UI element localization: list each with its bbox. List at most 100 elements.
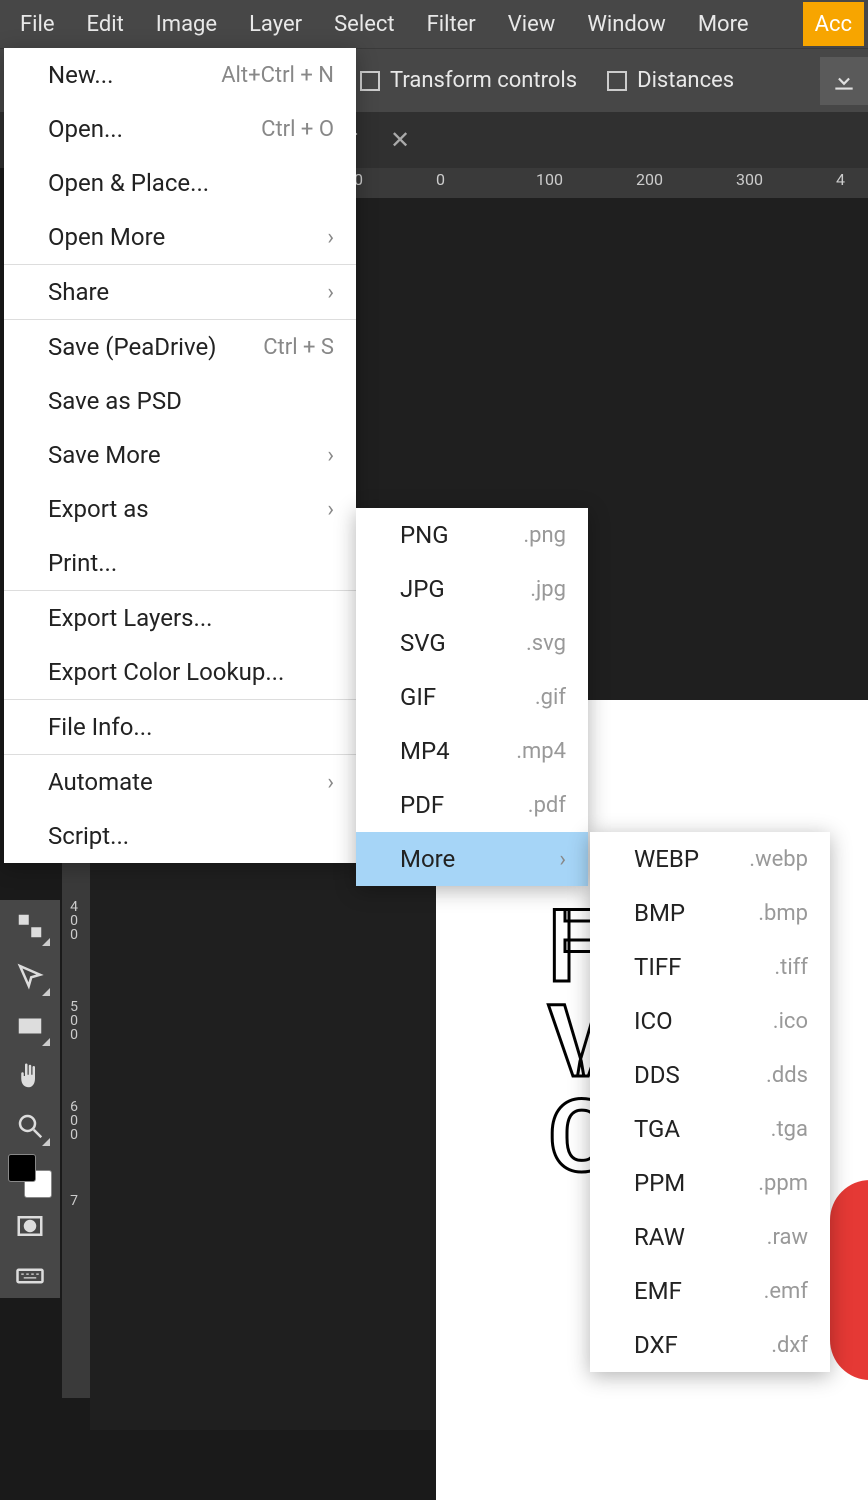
menu-item-label: Share — [48, 278, 109, 306]
menubar: File Edit Image Layer Select Filter View… — [0, 0, 868, 48]
menu-item-label: Export Color Lookup... — [48, 658, 284, 686]
toolbox — [0, 900, 60, 1298]
more-menu-item-tiff[interactable]: TIFF .tiff — [590, 940, 830, 994]
ruler-tick: 5 0 0 — [64, 1000, 84, 1042]
file-menu-item-open[interactable]: Open...Ctrl + O — [4, 102, 356, 156]
menu-item-label: ICO — [634, 1007, 673, 1035]
file-menu-item-open-place[interactable]: Open & Place... — [4, 156, 356, 210]
export-menu-item-pdf[interactable]: PDF.pdf — [356, 778, 588, 832]
more-menu-item-bmp[interactable]: BMP.bmp — [590, 886, 830, 940]
account-button[interactable]: Acc — [803, 2, 864, 46]
tool-keyboard[interactable] — [8, 1254, 52, 1298]
menu-item-label: TIFF — [634, 953, 681, 981]
chevron-right-icon: › — [327, 443, 334, 468]
tool-unknown-top[interactable] — [8, 904, 52, 948]
file-menu-item-new[interactable]: New... Alt+Ctrl + N — [4, 48, 356, 102]
file-menu-item-automate[interactable]: Automate › — [4, 755, 356, 809]
chevron-right-icon: › — [559, 847, 566, 872]
export-menu-item-more[interactable]: More› — [356, 832, 588, 886]
menu-item-label: Save More — [48, 441, 161, 469]
more-menu-item-emf[interactable]: EMF.emf — [590, 1264, 830, 1318]
ruler-tick: 200 — [636, 170, 663, 189]
menu-item-label: GIF — [400, 683, 436, 711]
file-menu-item-export-as[interactable]: Export as › — [4, 482, 356, 536]
file-menu-item-save-more[interactable]: Save More › — [4, 428, 356, 482]
tab-close-icon[interactable]: ✕ — [390, 126, 410, 154]
file-menu-item-print[interactable]: Print... — [4, 536, 356, 590]
chevron-right-icon: › — [327, 497, 334, 522]
export-more-submenu: WEBP.webpBMP.bmpTIFF.tiffICO.icoDDS.ddsT… — [590, 832, 830, 1372]
menu-filter[interactable]: Filter — [411, 2, 492, 47]
menu-item-label: Automate — [48, 768, 153, 796]
file-menu-item-export-color-lookup[interactable]: Export Color Lookup... — [4, 645, 356, 699]
file-menu-item-export-layers[interactable]: Export Layers... — [4, 591, 356, 645]
menu-item-label: RAW — [634, 1223, 685, 1251]
menu-window[interactable]: Window — [571, 2, 682, 47]
more-menu-item-dds[interactable]: DDS.dds — [590, 1048, 830, 1102]
menu-item-label: WEBP — [634, 845, 699, 873]
more-menu-item-ppm[interactable]: PPM.ppm — [590, 1156, 830, 1210]
file-menu-item-file-info[interactable]: File Info... — [4, 700, 356, 754]
color-swatch[interactable] — [8, 1154, 52, 1198]
more-menu-item-raw[interactable]: RAW.raw — [590, 1210, 830, 1264]
ruler-tick: 4 0 0 — [64, 900, 84, 942]
menu-item-label: PDF — [400, 791, 444, 819]
more-menu-item-ico[interactable]: ICO .ico — [590, 994, 830, 1048]
file-menu-item-save-as-psd[interactable]: Save as PSD — [4, 374, 356, 428]
menu-item-label: Open More — [48, 223, 165, 251]
menu-item-label: New... — [48, 61, 113, 89]
menu-item-label: PNG — [400, 521, 449, 549]
menu-select[interactable]: Select — [318, 2, 410, 47]
transform-controls-checkbox[interactable] — [360, 71, 380, 91]
tool-zoom[interactable] — [8, 1104, 52, 1148]
file-menu-item-save-peadrive[interactable]: Save (PeaDrive)Ctrl + S — [4, 320, 356, 374]
export-menu-item-jpg[interactable]: JPG.jpg — [356, 562, 588, 616]
menu-item-label: Open & Place... — [48, 169, 209, 197]
menu-view[interactable]: View — [492, 2, 572, 47]
export-menu-item-svg[interactable]: SVG.svg — [356, 616, 588, 670]
distances-checkbox[interactable] — [607, 71, 627, 91]
download-button[interactable] — [820, 57, 868, 105]
menu-extension: .tiff — [774, 955, 808, 980]
file-menu-item-script[interactable]: Script... — [4, 809, 356, 863]
menu-edit[interactable]: Edit — [71, 2, 140, 47]
export-as-submenu: PNG .png JPG.jpgSVG.svg GIF .gif MP4.mp4PDF.p… — [356, 508, 588, 886]
menu-layer[interactable]: Layer — [233, 2, 318, 47]
file-menu-item-share[interactable]: Share› — [4, 265, 356, 319]
menu-item-label: Open... — [48, 115, 123, 143]
menu-item-label: Save as PSD — [48, 387, 182, 415]
export-menu-item-mp4[interactable]: MP4.mp4 — [356, 724, 588, 778]
menu-shortcut: Alt+Ctrl + N — [221, 63, 334, 88]
chevron-right-icon: › — [327, 225, 334, 250]
more-menu-item-dxf[interactable]: DXF.dxf — [590, 1318, 830, 1372]
distances-label: Distances — [637, 68, 734, 93]
menu-extension: .tga — [771, 1117, 808, 1142]
menu-item-label: Print... — [48, 549, 117, 577]
menu-image[interactable]: Image — [140, 2, 233, 47]
export-menu-item-gif[interactable]: GIF .gif — [356, 670, 588, 724]
menu-item-label: BMP — [634, 899, 685, 927]
menu-extension: .emf — [764, 1279, 808, 1304]
ruler-tick: 100 — [536, 170, 563, 189]
menu-item-label: Export as — [48, 495, 149, 523]
tool-hand[interactable] — [8, 1054, 52, 1098]
menu-extension: .ppm — [758, 1171, 808, 1196]
menu-item-label: Export Layers... — [48, 604, 212, 632]
tool-move[interactable] — [8, 954, 52, 998]
ruler-tick: 6 0 0 — [64, 1100, 84, 1142]
menu-more[interactable]: More — [682, 2, 765, 47]
tool-rectangle[interactable] — [8, 1004, 52, 1048]
file-menu-item-open-more[interactable]: Open More › — [4, 210, 356, 264]
export-menu-item-png[interactable]: PNG .png — [356, 508, 588, 562]
menu-extension: .gif — [535, 685, 566, 710]
file-dropdown: New... Alt+Ctrl + N Open...Ctrl + O Open & … — [4, 48, 356, 863]
menu-file[interactable]: File — [4, 2, 71, 47]
ruler-tick: 7 — [64, 1194, 84, 1208]
tool-quickmask[interactable] — [8, 1204, 52, 1248]
ruler-tick: 300 — [736, 170, 763, 189]
menu-extension: .png — [523, 523, 566, 548]
more-menu-item-tga[interactable]: TGA.tga — [590, 1102, 830, 1156]
more-menu-item-webp[interactable]: WEBP.webp — [590, 832, 830, 886]
chevron-right-icon: › — [327, 770, 334, 795]
menu-extension: .ico — [773, 1009, 808, 1034]
